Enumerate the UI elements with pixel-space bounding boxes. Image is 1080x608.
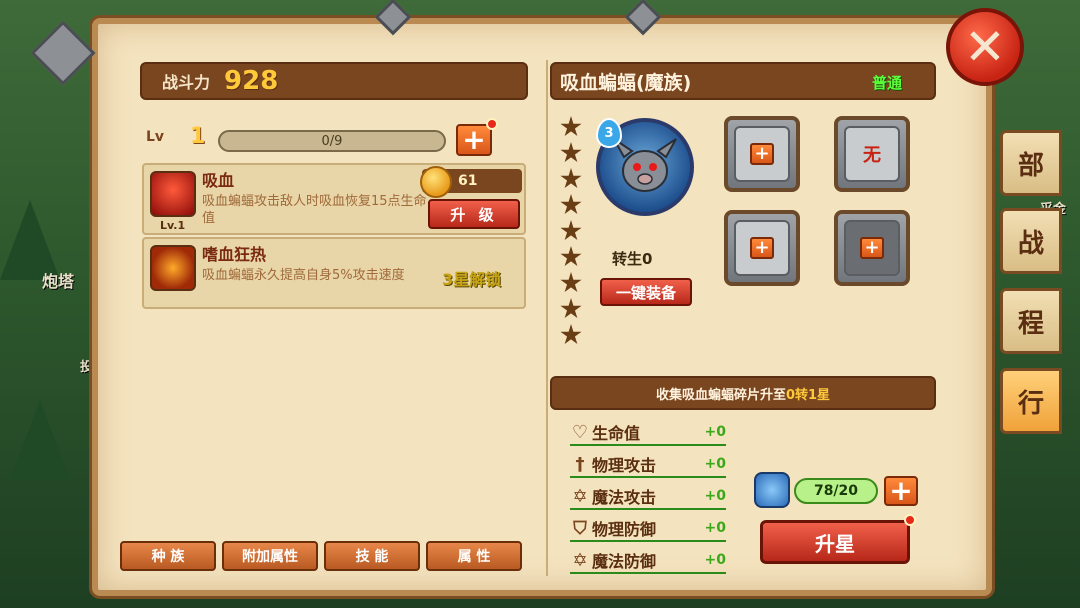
tab-race[interactable]: 种 族 — [120, 541, 216, 571]
star-of-david-icon: ✡ — [572, 485, 588, 507]
equipment-slot-2[interactable]: 无 — [834, 116, 910, 192]
collect-hint-target: 0转1星 — [785, 387, 831, 403]
stat-label: 物理防御 — [592, 520, 657, 539]
stat-row-magic-attack: ✡ 魔法攻击 +0 — [570, 484, 726, 510]
skill-unlock-requirement: 3星解锁 — [442, 270, 502, 289]
combat-power-label: 战斗力 — [162, 73, 211, 92]
equip-all-button[interactable]: 一键装备 — [600, 278, 692, 306]
bloodlust-skill-icon — [150, 245, 196, 291]
close-button[interactable]: ✕ — [946, 8, 1024, 86]
stat-label: 魔法防御 — [592, 552, 657, 571]
skill-desc: 吸血蝙蝠攻击敌人时吸血恢复15点生命值 — [202, 194, 427, 226]
notification-dot — [486, 118, 498, 130]
shield-icon: ⛉ — [573, 517, 587, 539]
stat-label: 生命值 — [592, 424, 641, 443]
skill-level: Lv.1 — [160, 219, 186, 232]
level-up-plus-button[interactable]: + — [456, 124, 492, 156]
blood-drain-skill-icon — [150, 171, 196, 217]
equipment-slot-inner: + — [734, 126, 790, 182]
plus-icon: + — [889, 474, 913, 507]
tab-attributes[interactable]: 属 性 — [426, 541, 522, 571]
collect-hint-text: 收集吸血蝙蝠碎片升至 — [655, 387, 786, 403]
equipment-slot-inner: + — [844, 220, 900, 276]
add-shards-button[interactable]: + — [884, 476, 918, 506]
heart-icon: ♡ — [571, 421, 589, 443]
hero-name: 吸血蝙蝠(魔族) — [560, 71, 692, 94]
background-tree — [10, 400, 70, 480]
stat-label: 魔法攻击 — [592, 488, 657, 507]
water-drop-level-badge: 3 — [596, 118, 622, 148]
plus-icon: + — [750, 143, 774, 165]
combat-power-bar: 战斗力 928 — [140, 62, 528, 100]
vampire-bat-icon — [613, 138, 677, 192]
tab-extra-attributes[interactable]: 附加属性 — [222, 541, 318, 571]
hero-title-bar: 吸血蝙蝠(魔族) 普通 — [550, 62, 936, 100]
hero-quality: 普通 — [871, 74, 902, 92]
skill-desc: 吸血蝙蝠永久提高自身5%攻击速度 — [202, 268, 405, 283]
stat-value: +0 — [704, 456, 726, 472]
stat-value: +0 — [704, 488, 726, 504]
equipment-slot-inner: + — [734, 220, 790, 276]
sword-icon: † — [575, 453, 585, 475]
side-tab-2[interactable]: 战 — [1000, 208, 1062, 274]
equipment-slot-4[interactable]: + — [834, 210, 910, 286]
stat-label: 物理攻击 — [592, 456, 657, 475]
collect-shards-hint: 收集吸血蝙蝠碎片升至 0转1星 — [550, 376, 936, 410]
level-label: Lv — [146, 128, 165, 145]
hexagram-circle-icon: ✡ — [572, 549, 588, 571]
skill-name: 嗜血狂热 — [202, 245, 267, 264]
combat-power-value: 928 — [224, 66, 279, 96]
star-up-button[interactable]: 升星 — [760, 520, 910, 564]
tab-skills[interactable]: 技 能 — [324, 541, 420, 571]
hero-shard-icon — [754, 472, 790, 508]
skill-upgrade-button[interactable]: 升 级 — [428, 199, 520, 229]
side-tab-3[interactable]: 程 — [1000, 288, 1062, 354]
plus-icon: + — [860, 237, 884, 259]
map-label-turret: 炮塔 — [42, 272, 75, 291]
equipment-slot-inner: 无 — [844, 126, 900, 182]
stat-value: +0 — [704, 424, 726, 440]
close-icon: ✕ — [964, 18, 1006, 76]
notification-dot — [904, 514, 916, 526]
stat-row-hp: ♡ 生命值 +0 — [570, 420, 726, 446]
equipment-slot-3[interactable]: + — [724, 210, 800, 286]
stat-value: +0 — [704, 552, 726, 568]
shard-progress: 78/20 — [794, 478, 878, 504]
corner-ornament — [30, 20, 96, 86]
plus-icon: + — [462, 123, 486, 156]
stat-value: +0 — [704, 520, 726, 536]
level-value: 1 — [190, 124, 206, 149]
empty-slot-label: 无 — [863, 145, 881, 166]
xp-progress-bar: 0/9 — [218, 130, 446, 152]
equipment-slot-1[interactable]: + — [724, 116, 800, 192]
side-tab-4[interactable]: 行 — [1000, 368, 1062, 434]
side-tab-1[interactable]: 部 — [1000, 130, 1062, 196]
plus-icon: + — [750, 237, 774, 259]
level-row: Lv 1 — [146, 124, 205, 149]
stat-row-physical-attack: † 物理攻击 +0 — [570, 452, 726, 478]
stat-row-magic-defense: ✡ 魔法防御 +0 — [570, 548, 726, 574]
gold-coin-icon — [420, 166, 452, 198]
rebirth-count: 转生0 — [612, 250, 653, 268]
stat-row-physical-defense: ⛉ 物理防御 +0 — [570, 516, 726, 542]
skill-name: 吸血 — [202, 171, 235, 190]
